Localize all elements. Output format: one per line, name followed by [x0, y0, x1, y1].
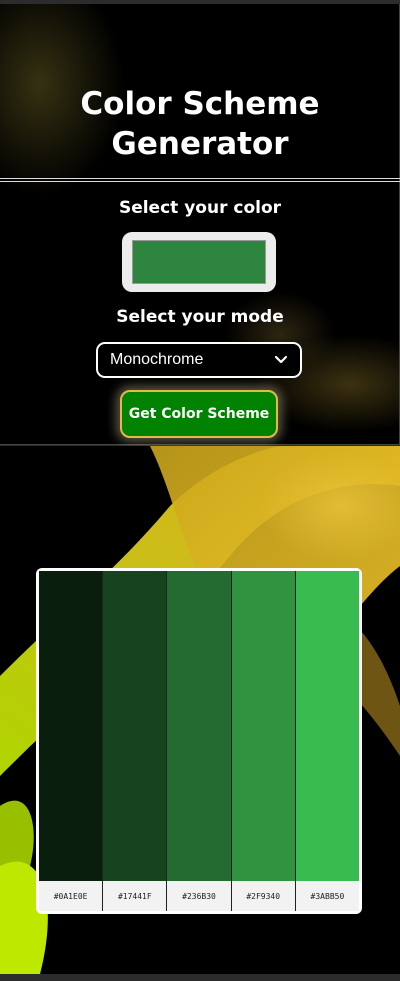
palette-column: #236B30 [167, 571, 232, 911]
palette-color-swatch[interactable] [231, 571, 295, 881]
header-panel: Color Scheme Generator Select your color… [0, 4, 400, 445]
color-picker[interactable] [122, 232, 276, 292]
palette-column: #0A1E0E [39, 571, 104, 911]
title-divider [0, 178, 400, 182]
get-color-scheme-button[interactable]: Get Color Scheme [120, 390, 278, 438]
palette-card: #0A1E0E #17441F #236B30 #2F9340 #3ABB50 [36, 568, 362, 914]
palette-row: #0A1E0E #17441F #236B30 #2F9340 #3ABB50 [39, 571, 360, 911]
palette-column: #2F9340 [231, 571, 296, 911]
palette-column: #17441F [103, 571, 168, 911]
color-picker-swatch[interactable] [132, 240, 266, 284]
palette-hex-label[interactable]: #17441F [103, 881, 167, 911]
palette-column: #3ABB50 [295, 571, 360, 911]
color-label: Select your color [118, 198, 282, 218]
mode-select-value: Monochrome [110, 351, 204, 368]
mode-select[interactable]: Monochrome [96, 342, 302, 378]
page-title: Color Scheme Generator [80, 86, 320, 162]
palette-color-swatch[interactable] [39, 571, 103, 881]
bottom-strip [0, 974, 400, 981]
palette-color-swatch[interactable] [295, 571, 360, 881]
palette-hex-label[interactable]: #0A1E0E [39, 881, 103, 911]
palette-hex-label[interactable]: #3ABB50 [295, 881, 360, 911]
palette-color-swatch[interactable] [167, 571, 231, 881]
chevron-down-icon [274, 355, 288, 364]
palette-hex-label[interactable]: #236B30 [167, 881, 231, 911]
mode-label: Select your mode [116, 307, 284, 327]
palette-color-swatch[interactable] [103, 571, 167, 881]
palette-hex-label[interactable]: #2F9340 [231, 881, 295, 911]
